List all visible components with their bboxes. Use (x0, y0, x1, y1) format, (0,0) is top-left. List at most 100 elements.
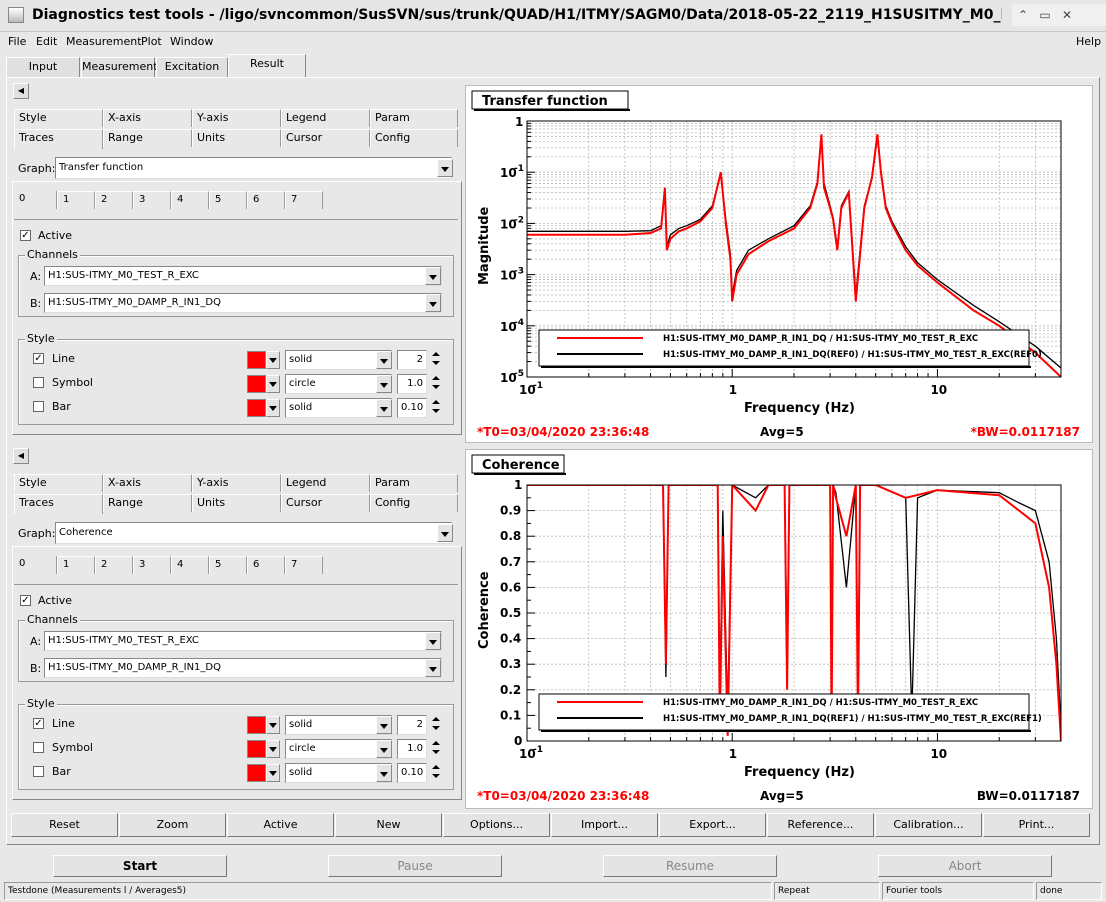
settings-tab-cursor[interactable]: Cursor (281, 494, 370, 512)
bar-size-input[interactable]: 0.10 (397, 763, 427, 783)
trace-tab-5[interactable]: 5 (209, 556, 247, 574)
line-style-dropdown-icon[interactable] (376, 716, 392, 734)
line-size-spinner[interactable] (430, 350, 442, 368)
active-checkbox[interactable]: ✓ (20, 595, 31, 606)
channel-b-dropdown-icon[interactable] (425, 294, 441, 312)
settings-tab-param[interactable]: Param (370, 109, 458, 127)
symbol-color-dropdown-icon[interactable] (266, 740, 280, 758)
menu-measurement[interactable]: Measurement (66, 35, 142, 48)
pause-button[interactable]: Pause (328, 855, 502, 877)
graph-select[interactable]: Transfer function (55, 157, 452, 179)
calibration-button[interactable]: Calibration... (875, 813, 982, 837)
channel-a-select[interactable]: H1:SUS-ITMY_M0_TEST_R_EXC (44, 631, 442, 651)
line-color-swatch[interactable] (247, 716, 266, 734)
tab-input[interactable]: Input (6, 57, 80, 77)
trace-tab-0[interactable]: 0 (14, 191, 57, 209)
trace-tab-4[interactable]: 4 (171, 191, 209, 209)
tab-measurement[interactable]: Measurement (81, 57, 158, 77)
settings-tab-range[interactable]: Range (103, 129, 192, 147)
settings-tab-style[interactable]: Style (14, 474, 103, 492)
bar-style-dropdown-icon[interactable] (376, 764, 392, 782)
menu-window[interactable]: Window (170, 35, 213, 48)
bar-color-dropdown-icon[interactable] (266, 764, 280, 782)
settings-tab-y-axis[interactable]: Y-axis (192, 109, 281, 127)
trace-tab-2[interactable]: 2 (95, 556, 133, 574)
line-checkbox[interactable]: ✓ (33, 353, 44, 364)
zoom-button[interactable]: Zoom (119, 813, 226, 837)
graph-dropdown-icon[interactable] (437, 159, 453, 177)
settings-tab-config[interactable]: Config (370, 129, 458, 147)
symbol-style-dropdown-icon[interactable] (376, 740, 392, 758)
graph-dropdown-icon[interactable] (437, 524, 453, 542)
settings-tab-x-axis[interactable]: X-axis (103, 109, 192, 127)
shade-icon[interactable]: ⌃ (1012, 4, 1034, 26)
bar-size-spinner[interactable] (430, 398, 442, 416)
active-checkbox[interactable]: ✓ (20, 230, 31, 241)
trace-tab-6[interactable]: 6 (247, 556, 285, 574)
settings-tab-y-axis[interactable]: Y-axis (192, 474, 281, 492)
trace-tab-5[interactable]: 5 (209, 191, 247, 209)
line-size-input[interactable]: 2 (397, 350, 427, 370)
symbol-size-input[interactable]: 1.0 (397, 374, 427, 394)
settings-tab-traces[interactable]: Traces (14, 129, 103, 149)
trace-tab-7[interactable]: 7 (285, 191, 323, 209)
settings-tab-param[interactable]: Param (370, 474, 458, 492)
symbol-size-spinner[interactable] (430, 374, 442, 392)
graph-select[interactable]: Coherence (55, 522, 452, 544)
active-button[interactable]: Active (227, 813, 334, 837)
bar-color-swatch[interactable] (247, 399, 266, 417)
start-button[interactable]: Start (53, 855, 227, 877)
symbol-checkbox[interactable] (33, 742, 44, 753)
menu-help[interactable]: Help (1076, 35, 1101, 48)
symbol-style-dropdown-icon[interactable] (376, 375, 392, 393)
symbol-color-swatch[interactable] (247, 375, 266, 393)
settings-tab-units[interactable]: Units (192, 494, 281, 512)
settings-tab-legend[interactable]: Legend (281, 109, 370, 127)
trace-tab-0[interactable]: 0 (14, 556, 57, 574)
channel-b-dropdown-icon[interactable] (425, 659, 441, 677)
bar-style-dropdown-icon[interactable] (376, 399, 392, 417)
coherence-chart[interactable]: Coherence10-1 1 1000.10.20.30.40.50.60.70.… (466, 450, 1094, 810)
trace-tab-3[interactable]: 3 (133, 556, 171, 574)
trace-tab-2[interactable]: 2 (95, 191, 133, 209)
minimize-icon[interactable]: ▭ (1034, 4, 1056, 26)
reset-button[interactable]: Reset (11, 813, 118, 837)
options-button[interactable]: Options... (443, 813, 550, 837)
tab-result[interactable]: Result (228, 54, 306, 77)
line-checkbox[interactable]: ✓ (33, 718, 44, 729)
trace-tab-1[interactable]: 1 (57, 556, 95, 574)
settings-tab-style[interactable]: Style (14, 109, 103, 127)
menu-plot[interactable]: Plot (141, 35, 162, 48)
trace-tab-4[interactable]: 4 (171, 556, 209, 574)
menu-edit[interactable]: Edit (36, 35, 57, 48)
resume-button[interactable]: Resume (603, 855, 777, 877)
print-button[interactable]: Print... (983, 813, 1090, 837)
settings-tab-config[interactable]: Config (370, 494, 458, 512)
settings-tab-legend[interactable]: Legend (281, 474, 370, 492)
channel-a-select[interactable]: H1:SUS-ITMY_M0_TEST_R_EXC (44, 266, 442, 286)
reference-button[interactable]: Reference... (767, 813, 874, 837)
channel-a-dropdown-icon[interactable] (425, 267, 441, 285)
plot-panel-2[interactable]: Coherence 10 -1 1 10 0 0.1 0.2 0.3 0.4 0.5 0.6 0.7 0.… (465, 449, 1093, 809)
new-button[interactable]: New (335, 813, 442, 837)
settings-tab-units[interactable]: Units (192, 129, 281, 147)
menu-file[interactable]: File (8, 35, 26, 48)
bar-size-input[interactable]: 0.10 (397, 398, 427, 418)
symbol-color-swatch[interactable] (247, 740, 266, 758)
channel-a-dropdown-icon[interactable] (425, 632, 441, 650)
import-button[interactable]: Import... (551, 813, 658, 837)
abort-button[interactable]: Abort (878, 855, 1052, 877)
bar-checkbox[interactable] (33, 766, 44, 777)
line-color-dropdown-icon[interactable] (266, 351, 280, 369)
trace-tab-6[interactable]: 6 (247, 191, 285, 209)
line-size-input[interactable]: 2 (397, 715, 427, 735)
plot-panel-1[interactable]: Transfer function 10 -1 1 10 1 10 -1 10 -2 10 -3 10-… (465, 85, 1093, 443)
line-style-dropdown-icon[interactable] (376, 351, 392, 369)
collapse-panel-button[interactable]: ◀ (13, 448, 29, 464)
bar-size-spinner[interactable] (430, 763, 442, 781)
line-size-spinner[interactable] (430, 715, 442, 733)
transfer-function-chart[interactable]: Transfer function10-1 1 10110-110-210-310-… (466, 86, 1094, 444)
channel-b-select[interactable]: H1:SUS-ITMY_M0_DAMP_R_IN1_DQ (44, 293, 442, 313)
bar-color-swatch[interactable] (247, 764, 266, 782)
settings-tab-traces[interactable]: Traces (14, 494, 103, 514)
